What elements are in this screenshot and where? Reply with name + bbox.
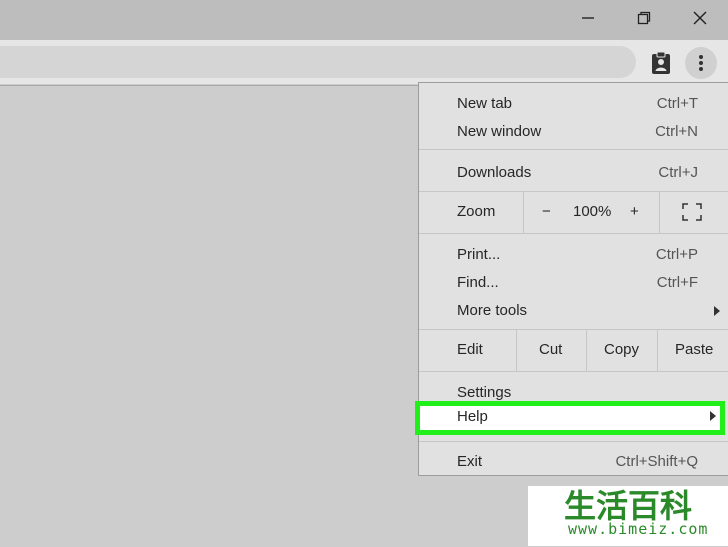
- watermark: 生活百科 www.bimeiz.com: [528, 486, 728, 546]
- new-window-label: New window: [457, 123, 542, 140]
- new-tab-shortcut: Ctrl+T: [656, 95, 698, 112]
- exit-shortcut: Ctrl+Shift+Q: [615, 453, 698, 470]
- menu-item-more-tools[interactable]: More tools: [419, 297, 728, 325]
- minimize-button[interactable]: [568, 4, 608, 32]
- help-label: Help: [457, 408, 488, 425]
- copy-button[interactable]: Copy: [604, 341, 639, 358]
- address-bar[interactable]: [0, 46, 636, 78]
- menu-divider: [419, 371, 728, 372]
- find-shortcut: Ctrl+F: [656, 274, 698, 291]
- zoom-in-button[interactable]: +: [630, 203, 639, 220]
- menu-divider: [419, 149, 728, 150]
- edit-label: Edit: [457, 341, 483, 358]
- paste-button[interactable]: Paste: [675, 341, 713, 358]
- minimize-icon: [582, 17, 594, 19]
- close-button[interactable]: [680, 4, 720, 32]
- three-dots-vertical-icon: [699, 55, 703, 71]
- menu-item-new-tab[interactable]: New tab Ctrl+T: [419, 90, 728, 118]
- browser-toolbar: [0, 40, 728, 84]
- zoom-out-button[interactable]: −: [542, 203, 551, 220]
- settings-label: Settings: [457, 384, 512, 401]
- zoom-row: Zoom − 100% +: [419, 191, 728, 233]
- menu-button[interactable]: [685, 47, 717, 79]
- fullscreen-button[interactable]: [682, 203, 702, 225]
- cut-button[interactable]: Cut: [539, 341, 562, 358]
- menu-divider: [419, 441, 728, 442]
- menu-item-new-window[interactable]: New window Ctrl+N: [419, 118, 728, 146]
- new-window-shortcut: Ctrl+N: [655, 123, 698, 140]
- fullscreen-icon: [682, 203, 702, 221]
- extension-button[interactable]: [648, 50, 674, 76]
- submenu-arrow-icon: [714, 306, 720, 316]
- watermark-logo-text: 生活百科: [563, 487, 692, 525]
- new-tab-label: New tab: [457, 95, 513, 112]
- menu-item-help[interactable]: Help: [415, 401, 725, 435]
- submenu-arrow-icon: [710, 411, 716, 421]
- menu-item-find[interactable]: Find... Ctrl+F: [419, 269, 728, 297]
- watermark-url: www.bimeiz.com: [568, 520, 709, 538]
- more-tools-label: More tools: [457, 302, 528, 319]
- restore-icon: [637, 11, 651, 25]
- title-bar: [0, 0, 728, 40]
- print-label: Print...: [457, 246, 501, 263]
- clipboard-person-icon: [652, 51, 670, 74]
- exit-label: Exit: [457, 453, 483, 470]
- restore-button[interactable]: [624, 4, 664, 32]
- menu-item-exit[interactable]: Exit Ctrl+Shift+Q: [419, 448, 728, 476]
- menu-item-downloads[interactable]: Downloads Ctrl+J: [419, 159, 728, 187]
- zoom-level: 100%: [573, 203, 612, 220]
- menu-item-print[interactable]: Print... Ctrl+P: [419, 241, 728, 269]
- menu-divider: [419, 233, 728, 234]
- zoom-label: Zoom: [457, 203, 496, 220]
- print-shortcut: Ctrl+P: [655, 246, 698, 263]
- edit-row: Edit Cut Copy Paste: [419, 329, 728, 371]
- close-icon: [693, 11, 707, 25]
- downloads-shortcut: Ctrl+J: [658, 164, 698, 181]
- downloads-label: Downloads: [457, 164, 532, 181]
- find-label: Find...: [457, 274, 499, 291]
